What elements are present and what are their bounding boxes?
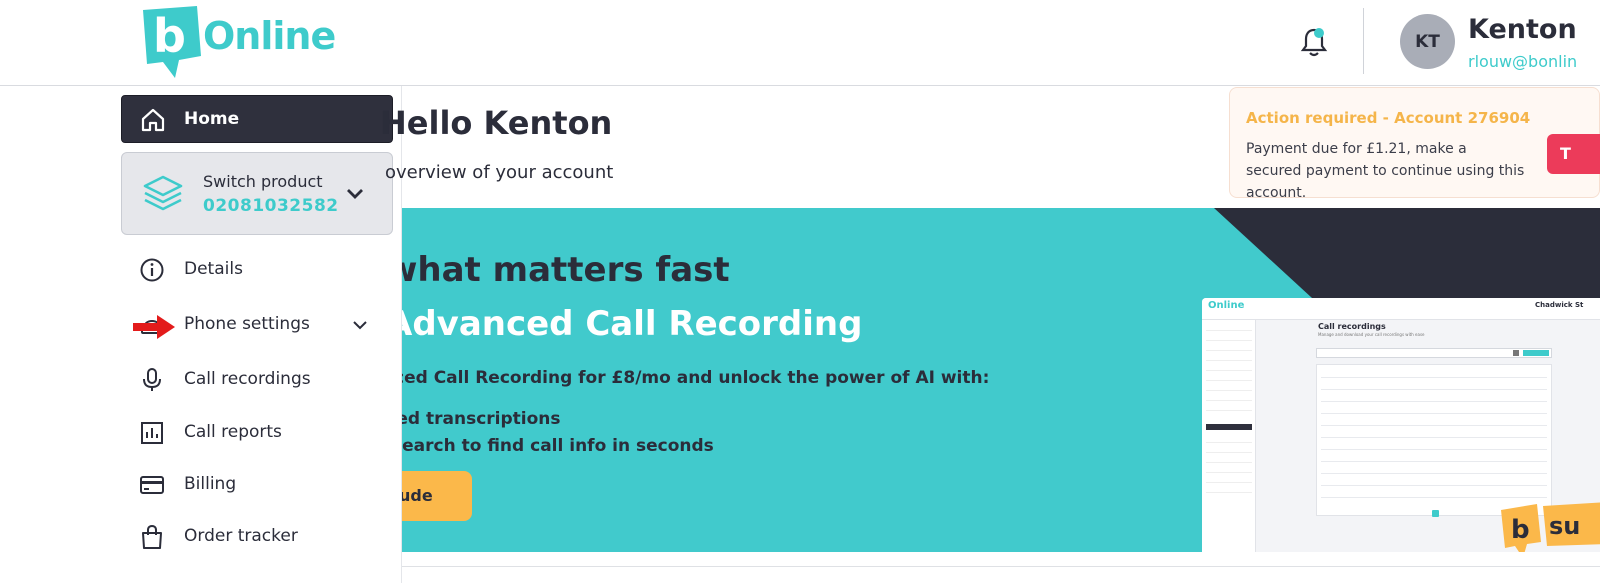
- preview-nav-item: [1206, 364, 1252, 371]
- preview-nav-item: [1206, 436, 1252, 443]
- preview-row: [1321, 437, 1547, 438]
- action-required-alert: Action required - Account 276904 Payment…: [1229, 87, 1600, 201]
- switch-product-dropdown[interactable]: Switch product 02081032582: [121, 152, 393, 235]
- sidebar-item-billing[interactable]: Billing: [133, 464, 383, 504]
- banner-heading: what matters fast: [402, 250, 730, 290]
- sidebar: Home Switch product 02081032582 Details: [113, 86, 402, 583]
- preview-row: [1321, 485, 1547, 486]
- preview-row: [1321, 377, 1547, 378]
- svg-text:su: su: [1549, 512, 1580, 540]
- alert-body: Payment due for £1.21, make a secured pa…: [1246, 141, 1525, 201]
- preview-row: [1321, 473, 1547, 474]
- sidebar-item-label: Call reports: [184, 422, 282, 442]
- page-title: Hello Kenton: [380, 104, 613, 142]
- preview-user: Chadwick St: [1535, 301, 1584, 309]
- banner-bullet: search to find call info in seconds: [402, 436, 714, 456]
- preview-nav-item: [1206, 344, 1252, 351]
- shopping-bag-icon: [142, 524, 162, 549]
- preview-nav-item: [1206, 354, 1252, 361]
- preview-nav-item: [1206, 324, 1252, 331]
- preview-nav-item: [1206, 394, 1252, 401]
- preview-nav-item: [1206, 446, 1252, 453]
- page-subtitle: overview of your account: [385, 162, 614, 183]
- sidebar-item-label: Home: [184, 109, 240, 129]
- preview-search-bar: [1316, 348, 1552, 358]
- preview-row: [1321, 449, 1547, 450]
- bsupport-badge-icon: b su: [1501, 502, 1600, 552]
- avatar-initials: KT: [1415, 31, 1440, 52]
- preview-nav-item: [1206, 384, 1252, 391]
- preview-nav-item: [1206, 374, 1252, 381]
- svg-text:b: b: [153, 9, 186, 63]
- preview-title: Call recordings: [1318, 322, 1386, 331]
- chevron-down-icon: [347, 189, 363, 199]
- sidebar-item-home[interactable]: Home: [121, 95, 393, 143]
- preview-pagination: [1432, 510, 1439, 517]
- preview-nav-item: [1206, 466, 1252, 473]
- preview-nav-item-active: [1206, 424, 1252, 430]
- preview-sidebar: [1202, 320, 1256, 552]
- avatar[interactable]: KT: [1400, 14, 1455, 69]
- preview-row: [1321, 461, 1547, 462]
- preview-row: [1321, 425, 1547, 426]
- bonline-logo[interactable]: b Online: [139, 4, 336, 80]
- user-email: rlouw@bonlin: [1468, 52, 1578, 71]
- sidebar-item-label: Details: [184, 259, 243, 279]
- preview-nav-item: [1206, 476, 1252, 483]
- home-icon: [141, 108, 165, 132]
- preview-header: Online Chadwick St: [1202, 298, 1600, 320]
- preview-nav-item: [1206, 334, 1252, 341]
- content-divider: [402, 566, 1600, 567]
- chevron-down-icon: [353, 321, 367, 330]
- sidebar-item-label: Billing: [184, 474, 237, 494]
- credit-card-icon: [140, 476, 164, 494]
- preview-recordings-table: [1316, 364, 1552, 516]
- switch-product-title: Switch product: [203, 172, 323, 191]
- preview-row: [1321, 497, 1547, 498]
- preview-row: [1321, 389, 1547, 390]
- sidebar-item-order-tracker[interactable]: Order tracker: [133, 516, 383, 556]
- preview-nav-item: [1206, 456, 1252, 463]
- sidebar-item-label: Call recordings: [184, 369, 311, 389]
- header-divider: [1363, 8, 1364, 74]
- preview-subtitle: Manage and download your call recordings…: [1318, 332, 1425, 337]
- microphone-icon: [143, 368, 161, 391]
- preview-logo: Online: [1208, 300, 1245, 311]
- promo-banner: what matters fast Advanced Call Recordin…: [402, 208, 1600, 552]
- banner-bullet: red transcriptions: [402, 409, 561, 429]
- banner-paragraph: ced Call Recording for £8/mo and unlock …: [402, 368, 990, 388]
- preview-row: [1321, 413, 1547, 414]
- top-header: b Online KT Kenton rlouw@bonlin: [0, 0, 1600, 86]
- upgrade-button[interactable]: ude: [402, 471, 472, 521]
- sidebar-item-call-recordings[interactable]: Call recordings: [133, 359, 383, 399]
- sidebar-item-label: Order tracker: [184, 526, 298, 546]
- alert-title: Action required - Account 276904: [1246, 109, 1531, 127]
- svg-text:b: b: [1511, 515, 1530, 545]
- switch-product-number: 02081032582: [203, 196, 339, 216]
- page: b Online KT Kenton rlouw@bonlin Home Swi…: [0, 0, 1600, 583]
- preview-nav-item: [1206, 486, 1252, 493]
- red-arrow-annotation-icon: [133, 315, 175, 339]
- logo-text: Online: [203, 14, 336, 58]
- sidebar-item-details[interactable]: Details: [133, 249, 383, 289]
- notification-dot: [1314, 28, 1324, 38]
- alert-pay-button[interactable]: T: [1547, 134, 1600, 174]
- chart-icon: [141, 422, 163, 444]
- banner-heading-highlight: Advanced Call Recording: [402, 304, 863, 344]
- layers-icon: [143, 175, 183, 211]
- preview-nav-item: [1206, 404, 1252, 411]
- sidebar-item-label: Phone settings: [184, 314, 310, 334]
- preview-row: [1321, 401, 1547, 402]
- sidebar-item-call-reports[interactable]: Call reports: [133, 412, 383, 452]
- info-icon: [140, 258, 164, 282]
- user-name: Kenton: [1468, 14, 1577, 45]
